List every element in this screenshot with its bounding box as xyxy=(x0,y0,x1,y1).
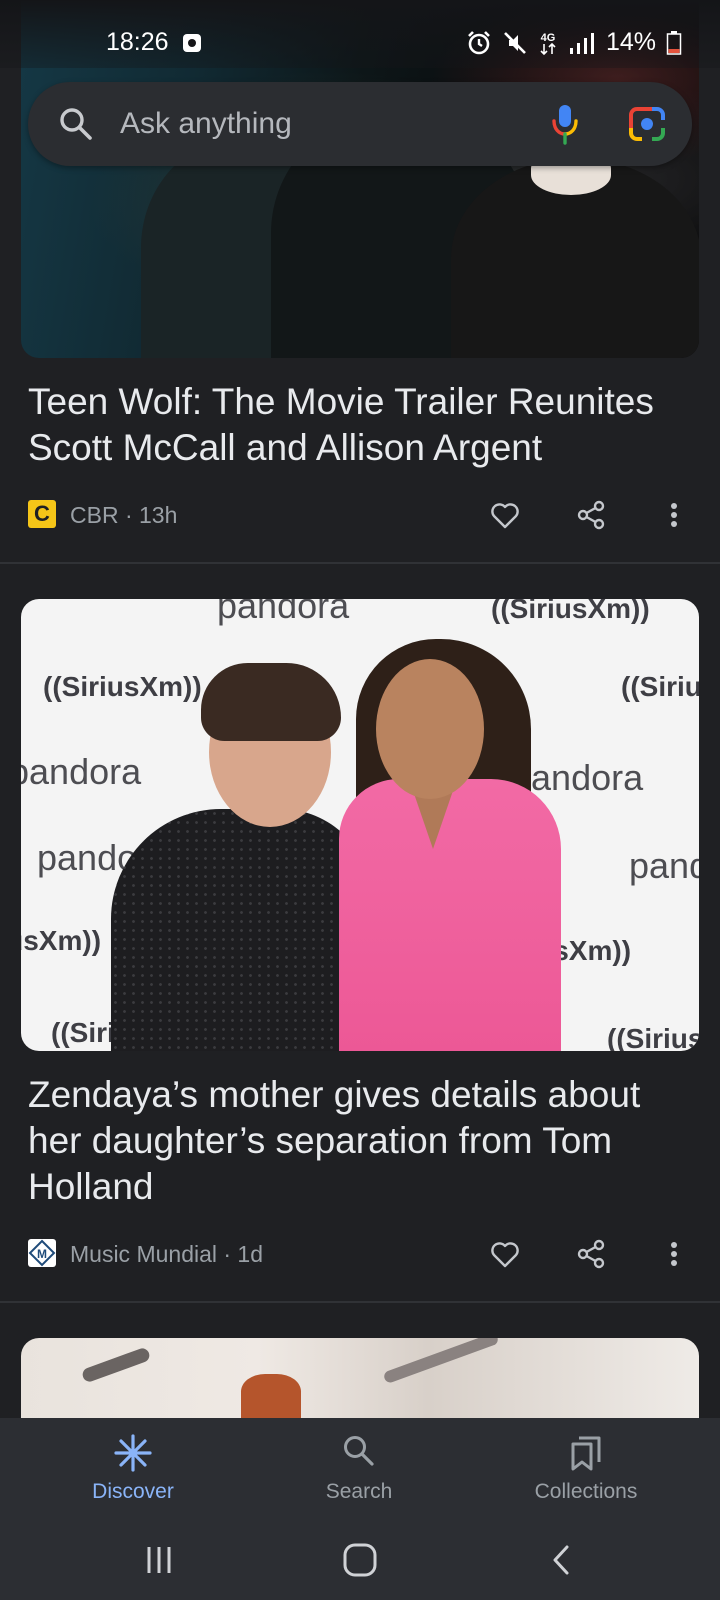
google-lens-icon[interactable] xyxy=(628,106,666,142)
backdrop-brand-text: SiriusXm xyxy=(21,925,83,956)
recent-apps-button[interactable] xyxy=(135,1540,183,1580)
status-icons: 4G 14% xyxy=(466,28,682,57)
share-button[interactable] xyxy=(573,497,609,533)
source-logo-initial: M xyxy=(37,1247,47,1261)
screen-record-icon xyxy=(183,34,201,52)
backdrop-brand: pandora xyxy=(629,845,699,886)
heart-icon xyxy=(491,503,519,529)
battery-percentage: 14% xyxy=(605,28,656,56)
article-title[interactable]: Zendaya’s mother gives details about her… xyxy=(28,1072,692,1210)
source-logo-music-mundial: M xyxy=(28,1239,56,1267)
back-button[interactable] xyxy=(537,1540,585,1580)
search-input[interactable]: Ask anything xyxy=(120,107,292,141)
article-meta: M Music Mundial · 1d xyxy=(28,1234,692,1274)
backdrop-brand: ((SiriusXm)) xyxy=(621,671,699,703)
nav-label: Collections xyxy=(534,1480,638,1503)
heart-icon xyxy=(491,1242,519,1268)
signal-icon xyxy=(569,32,594,54)
network-label: 4G xyxy=(541,32,556,44)
article-meta: C CBR · 13h xyxy=(28,495,692,535)
feed-divider xyxy=(0,1301,720,1303)
source-name: CBR · 13h xyxy=(70,502,178,528)
search-icon xyxy=(344,1436,374,1466)
nav-item-discover[interactable]: Discover xyxy=(13,1418,253,1518)
backdrop-brand: pandora xyxy=(217,599,350,626)
music-mundial-logo-icon: M xyxy=(28,1239,56,1267)
backdrop-brand-text: SiriusXm xyxy=(639,671,699,702)
like-button[interactable] xyxy=(487,497,523,533)
discover-icon xyxy=(114,1434,152,1472)
article-image-zendaya[interactable]: pandora ((SiriusXm)) ((SiriusXm)) ((Siri… xyxy=(21,599,699,1051)
search-icon xyxy=(60,108,92,140)
share-button[interactable] xyxy=(573,1236,609,1272)
nav-label: Search xyxy=(325,1480,393,1503)
photo-person-right xyxy=(339,779,561,1051)
article-image-next[interactable] xyxy=(21,1338,699,1418)
image-detail xyxy=(241,1374,301,1418)
collections-icon xyxy=(571,1436,601,1471)
share-icon xyxy=(577,1239,605,1269)
backdrop-brand: ((SiriusXm)) xyxy=(43,671,202,702)
search-bar[interactable]: Ask anything xyxy=(28,82,692,166)
microphone-icon[interactable] xyxy=(550,103,580,145)
backdrop-brand: ((SiriusXm xyxy=(607,1023,699,1051)
nav-label: Discover xyxy=(92,1480,174,1503)
more-vert-icon xyxy=(671,503,677,527)
network-4g-icon: 4G xyxy=(540,32,556,55)
recent-apps-icon xyxy=(147,1547,171,1573)
nav-item-collections[interactable]: Collections xyxy=(466,1418,706,1518)
feed-divider xyxy=(0,562,720,564)
home-icon xyxy=(343,1543,377,1577)
battery-icon xyxy=(666,30,682,55)
photo-person-left-hair xyxy=(201,663,341,741)
source-logo-cbr: C xyxy=(28,500,56,528)
alarm-icon xyxy=(468,30,490,54)
more-options-button[interactable] xyxy=(656,1236,692,1272)
status-time: 18:26 xyxy=(106,28,169,56)
like-button[interactable] xyxy=(487,1236,523,1272)
nav-item-search[interactable]: Search xyxy=(239,1418,479,1518)
status-bar: 18:26 4G 14% xyxy=(0,0,720,68)
screen: 18:26 4G 14% Ask anything Teen Wolf: The… xyxy=(0,0,720,1600)
backdrop-brand: ((SiriusXm)) xyxy=(491,599,650,625)
mute-icon xyxy=(504,31,526,54)
article-title[interactable]: Teen Wolf: The Movie Trailer Reunites Sc… xyxy=(28,379,692,471)
back-icon xyxy=(553,1545,569,1575)
source-logo-initial: C xyxy=(34,501,50,526)
backdrop-brand-text: SiriusXm xyxy=(509,599,632,624)
more-options-button[interactable] xyxy=(656,497,692,533)
home-button[interactable] xyxy=(336,1540,384,1580)
more-vert-icon xyxy=(671,1242,677,1266)
image-detail xyxy=(382,1338,500,1385)
photo-person-left xyxy=(111,809,371,1051)
system-navigation xyxy=(0,1518,720,1600)
bottom-navigation: Discover Search Collections xyxy=(0,1418,720,1518)
backdrop-brand-text: SiriusXm xyxy=(61,671,184,702)
photo-person-right-face xyxy=(376,659,484,799)
backdrop-brand-text: SiriusXm xyxy=(625,1023,699,1051)
image-detail xyxy=(80,1346,152,1384)
backdrop-brand: SiriusXm)) xyxy=(21,925,101,957)
source-name: Music Mundial · 1d xyxy=(70,1241,264,1267)
backdrop-brand: pandora xyxy=(21,751,142,792)
share-icon xyxy=(577,500,605,530)
